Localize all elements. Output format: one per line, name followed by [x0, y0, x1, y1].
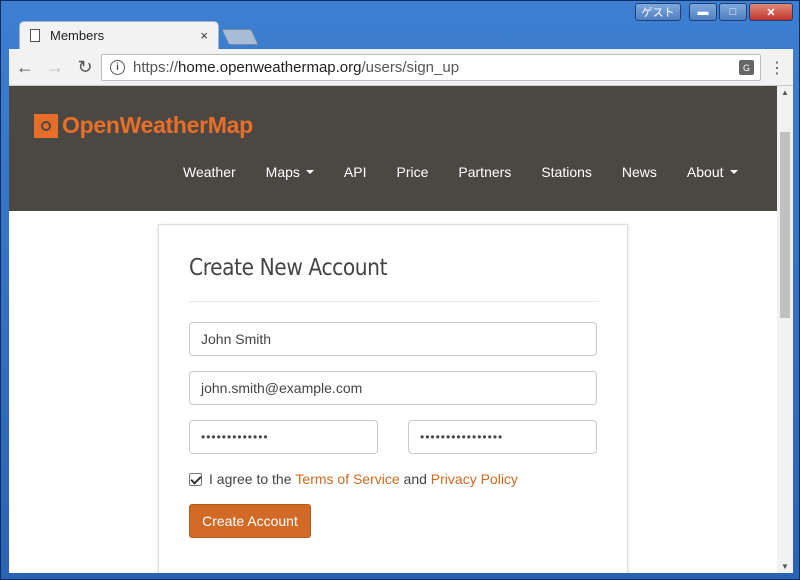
email-field[interactable]: john.smith@example.com — [189, 371, 597, 405]
username-field[interactable]: John Smith — [189, 322, 597, 356]
page-title: Create New Account — [189, 255, 388, 281]
nav-weather[interactable]: Weather — [183, 164, 236, 180]
url-path: /users/sign_up — [361, 59, 460, 76]
new-tab-button[interactable] — [221, 29, 259, 45]
browser-toolbar: ← → ↻ i https://home.openweathermap.org/… — [9, 49, 793, 86]
url-text: https://home.openweathermap.org/users/si… — [133, 59, 459, 76]
scroll-down-icon[interactable]: ▼ — [781, 562, 789, 571]
nav-about[interactable]: About — [687, 164, 738, 180]
forward-icon[interactable]: → — [41, 53, 69, 81]
agree-checkbox[interactable] — [189, 472, 202, 486]
nav-api[interactable]: API — [344, 164, 367, 180]
page-icon — [30, 29, 40, 42]
main-nav: Weather Maps API Price Partners Stations… — [183, 164, 768, 180]
sun-logo-icon — [34, 113, 58, 138]
reload-icon[interactable]: ↻ — [71, 53, 99, 81]
nav-maps[interactable]: Maps — [266, 164, 314, 180]
tab-members[interactable]: Members × — [19, 21, 219, 49]
browser-menu-icon[interactable]: ⋮ — [769, 58, 785, 78]
and-text: and — [403, 471, 427, 487]
scrollbar-thumb[interactable] — [780, 132, 790, 318]
nav-partners[interactable]: Partners — [458, 164, 511, 180]
caret-down-icon — [305, 170, 314, 174]
agree-prefix: I agree to the — [209, 471, 292, 487]
caret-down-icon — [729, 170, 738, 174]
site-logo[interactable]: OpenWeatherMap — [34, 112, 253, 139]
back-icon[interactable]: ← — [11, 53, 39, 81]
address-bar[interactable]: i https://home.openweathermap.org/users/… — [101, 54, 761, 81]
site-info-icon[interactable]: i — [110, 60, 125, 75]
divider — [189, 301, 599, 302]
password-field[interactable]: ••••••••••••• — [189, 420, 378, 454]
password-confirm-field[interactable]: •••••••••••••••• — [408, 420, 597, 454]
terms-link[interactable]: Terms of Service — [295, 471, 399, 487]
nav-stations[interactable]: Stations — [541, 164, 592, 180]
translate-icon[interactable]: G — [739, 60, 754, 75]
create-account-button[interactable]: Create Account — [189, 504, 311, 538]
privacy-link[interactable]: Privacy Policy — [431, 471, 518, 487]
logo-text: OpenWeatherMap — [62, 112, 253, 138]
browser-window: ゲスト ▬ □ ✕ Members × ← → ↻ i https://home… — [0, 0, 800, 580]
site-header: OpenWeatherMap Weather Maps API Price Pa… — [9, 86, 777, 211]
scroll-up-icon[interactable]: ▲ — [781, 88, 789, 97]
url-host: home.openweathermap.org — [178, 59, 362, 76]
nav-news[interactable]: News — [622, 164, 657, 180]
agree-row: I agree to the Terms of Service and Priv… — [189, 471, 518, 487]
page-scrollbar[interactable]: ▲ ▼ — [777, 86, 793, 573]
url-scheme: https:// — [133, 59, 179, 76]
signup-card: Create New Account John Smith john.smith… — [158, 224, 628, 573]
page-viewport: OpenWeatherMap Weather Maps API Price Pa… — [9, 86, 777, 573]
tab-close-icon[interactable]: × — [200, 28, 208, 43]
tab-title: Members — [50, 28, 105, 43]
tab-strip: Members × — [9, 19, 793, 49]
nav-price[interactable]: Price — [396, 164, 428, 180]
